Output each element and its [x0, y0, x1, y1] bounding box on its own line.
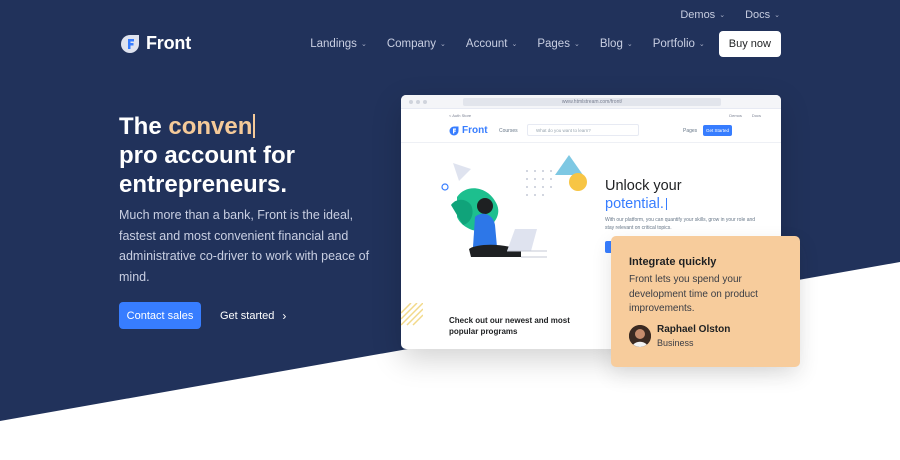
- mockup-promo-text: Check out our newest and most popular pr…: [449, 316, 570, 336]
- brand-name: Front: [146, 33, 191, 53]
- typing-caret: [665, 198, 667, 210]
- mockup-hero-title: Unlock your potential.: [605, 177, 682, 213]
- chevron-down-icon: ⌄: [774, 12, 780, 19]
- avatar-image: [629, 325, 651, 347]
- headline-line3: entrepreneurs.: [119, 171, 288, 198]
- mockup-logo: Front: [449, 125, 488, 136]
- typing-caret: [253, 114, 256, 138]
- browser-toolbar: www.htmlstream.com/front/: [401, 95, 781, 109]
- browser-dot: [409, 100, 413, 104]
- mockup-title-line2: potential.: [605, 196, 664, 212]
- topbar-docs-link[interactable]: Docs ⌄: [745, 9, 780, 21]
- browser-url-bar: www.htmlstream.com/front/: [463, 98, 721, 106]
- nav-item-account[interactable]: Account ⌄: [466, 38, 517, 50]
- hero-headline: The conven pro account for entrepreneurs…: [119, 112, 419, 199]
- main-nav: Landings ⌄ Company ⌄ Account ⌄ Pages ⌄ Blog ⌄…: [290, 31, 781, 57]
- mockup-back-link: < Auth Store: [449, 113, 472, 118]
- chevron-down-icon: ⌄: [440, 41, 446, 48]
- topbar: Demos ⌄ Docs ⌄: [680, 9, 780, 21]
- mockup-get-started-button: Get Started: [703, 125, 732, 136]
- mockup-pages-link: Pages: [683, 128, 698, 134]
- nav-item-portfolio[interactable]: Portfolio ⌄: [653, 38, 705, 50]
- get-started-link[interactable]: Get started ›: [220, 309, 286, 323]
- headline-prefix: The: [119, 113, 169, 140]
- mockup-promo-card: Check out our newest and most popular pr…: [437, 298, 570, 349]
- card-title: Integrate quickly: [629, 256, 717, 268]
- topbar-docs-label: Docs: [745, 9, 771, 21]
- nav-item-label: Account: [465, 38, 508, 50]
- chevron-down-icon: ⌄: [698, 41, 705, 48]
- chevron-down-icon: ⌄: [626, 41, 633, 48]
- nav-item-label: Landings: [310, 38, 357, 50]
- mockup-search-input: What do you want to learn?: [527, 124, 639, 136]
- front-logo-icon: [121, 34, 139, 53]
- mockup-description: With our platform, you can quantify your…: [605, 217, 756, 231]
- nav-item-pages[interactable]: Pages ⌄: [537, 38, 579, 50]
- nav-item-label: Blog: [599, 38, 623, 50]
- headline-line2: pro account for: [119, 142, 296, 169]
- front-logo-icon: [449, 126, 459, 135]
- mockup-top-link: Demos: [729, 113, 742, 118]
- get-started-label: Get started: [220, 309, 275, 322]
- mockup-title-line1: Unlock your: [605, 178, 682, 194]
- nav-item-landings[interactable]: Landings ⌄: [310, 38, 367, 50]
- nav-item-label: Portfolio: [652, 38, 695, 50]
- mockup-courses-link: Courses: [499, 128, 518, 134]
- chevron-down-icon: ⌄: [511, 41, 518, 48]
- topbar-demos-label: Demos: [680, 9, 716, 21]
- integrate-quickly-card: Integrate quickly Front lets you spend y…: [611, 236, 800, 367]
- avatar: [629, 325, 651, 347]
- nav-item-label: Company: [386, 38, 437, 50]
- topbar-demos-link[interactable]: Demos ⌄: [680, 9, 725, 21]
- nav-item-blog[interactable]: Blog ⌄: [600, 38, 633, 50]
- chevron-down-icon: ⌄: [573, 41, 580, 48]
- author-role: Business: [657, 338, 694, 348]
- hero-section: Demos ⌄ Docs ⌄ Front Landings ⌄ Company ⌄ …: [0, 0, 900, 460]
- mockup-top-link: Docs: [751, 113, 761, 118]
- chevron-down-icon: ⌄: [719, 12, 726, 19]
- browser-dot: [423, 100, 427, 104]
- mockup-divider: [401, 142, 781, 143]
- mockup-brand-name: Front: [462, 125, 488, 136]
- contact-sales-button[interactable]: Contact sales: [119, 302, 201, 329]
- card-body: Front lets you spend your development ti…: [629, 274, 758, 314]
- person-with-laptop-illustration: [441, 155, 587, 258]
- nav-item-label: Pages: [537, 38, 570, 50]
- hero-lead: Much more than a bank, Front is the idea…: [119, 208, 370, 284]
- stripes-decoration: [401, 303, 423, 326]
- brand-logo[interactable]: Front: [120, 33, 191, 54]
- mockup-top-links: Demos Docs: [729, 113, 761, 118]
- chevron-down-icon: ⌄: [360, 41, 367, 48]
- nav-item-company[interactable]: Company ⌄: [387, 38, 446, 50]
- chevron-right-icon: ›: [282, 308, 287, 323]
- hero-cta-group: Contact sales Get started ›: [119, 302, 286, 329]
- headline-typed-word: conven: [168, 113, 253, 140]
- buy-now-button[interactable]: Buy now: [718, 31, 781, 57]
- browser-dot: [416, 100, 420, 104]
- author-name: Raphael Olston: [657, 324, 731, 335]
